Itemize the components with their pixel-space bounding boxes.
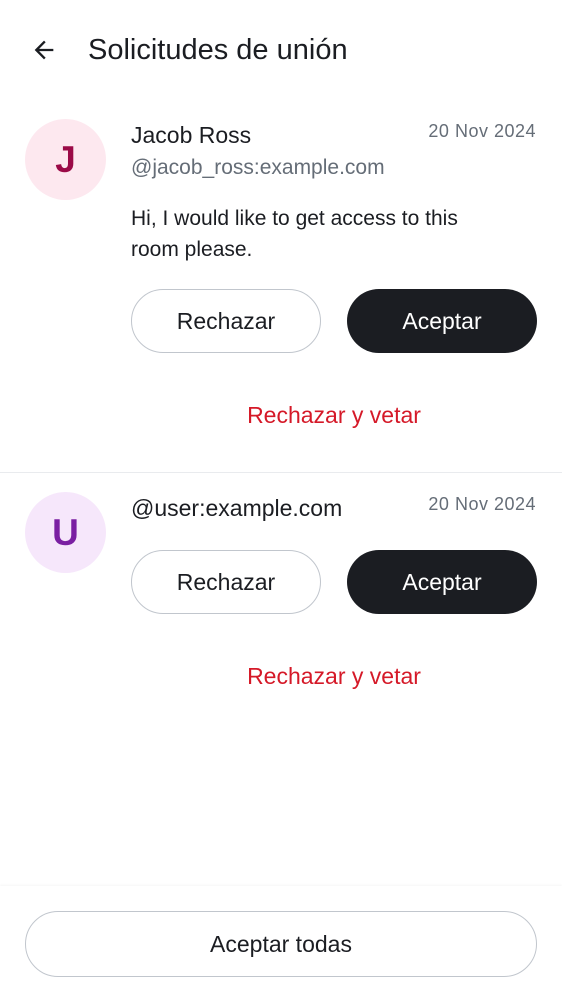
decline-and-ban-button[interactable]: Rechazar y vetar: [131, 400, 537, 430]
page-title: Solicitudes de unión: [88, 34, 348, 66]
avatar-initial: J: [55, 138, 76, 180]
divider: [0, 472, 562, 473]
avatar-initial: U: [52, 511, 79, 553]
decline-button[interactable]: Rechazar: [131, 289, 321, 353]
avatar: J: [25, 119, 106, 200]
decline-and-ban-button[interactable]: Rechazar y vetar: [131, 661, 537, 691]
top-app-bar: Solicitudes de unión: [0, 0, 562, 100]
decline-button[interactable]: Rechazar: [131, 550, 321, 614]
avatar: U: [25, 492, 106, 573]
request-date: 20 Nov 2024: [428, 494, 536, 514]
back-button[interactable]: [24, 30, 64, 70]
accept-all-button[interactable]: Aceptar todas: [25, 911, 537, 977]
arrow-left-icon: [34, 40, 54, 60]
requester-name: Jacob Ross: [131, 122, 252, 148]
request-date: 20 Nov 2024: [428, 121, 536, 141]
accept-button[interactable]: Aceptar: [347, 289, 537, 353]
requester-name: @user:example.com: [131, 495, 343, 521]
accept-button[interactable]: Aceptar: [347, 550, 537, 614]
request-message: Hi, I would like to get access to this r…: [131, 207, 458, 261]
requester-user-id: @jacob_ross:example.com: [131, 156, 385, 179]
